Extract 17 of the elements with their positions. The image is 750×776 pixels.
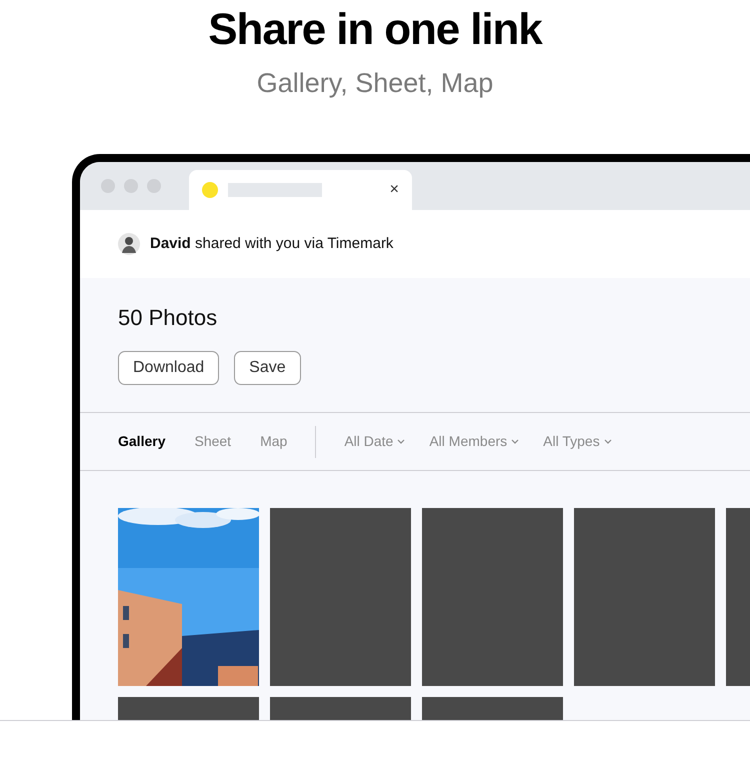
album-action-button[interactable]: Save	[234, 351, 301, 385]
photo-placeholder[interactable]	[574, 508, 715, 686]
chevron-down-icon	[511, 439, 520, 444]
photo-placeholder[interactable]	[270, 508, 411, 686]
chevron-down-icon	[604, 439, 612, 444]
share-message: David shared with you via Timemark	[150, 234, 394, 254]
photo-placeholder[interactable]	[422, 508, 563, 686]
album-title: 50 Photos	[118, 304, 218, 332]
album-action-button[interactable]: Download	[118, 351, 220, 385]
view-tab[interactable]: Gallery	[118, 431, 166, 452]
page-subtitle: Gallery, Sheet, Map	[256, 67, 494, 100]
page-title: Share in one link	[208, 4, 542, 56]
tab-close-button[interactable]: ×	[390, 182, 399, 198]
favicon-icon	[202, 182, 218, 198]
avatar-icon	[118, 233, 140, 255]
browser-tab[interactable]: ×	[189, 170, 412, 210]
chevron-down-icon	[397, 439, 406, 444]
